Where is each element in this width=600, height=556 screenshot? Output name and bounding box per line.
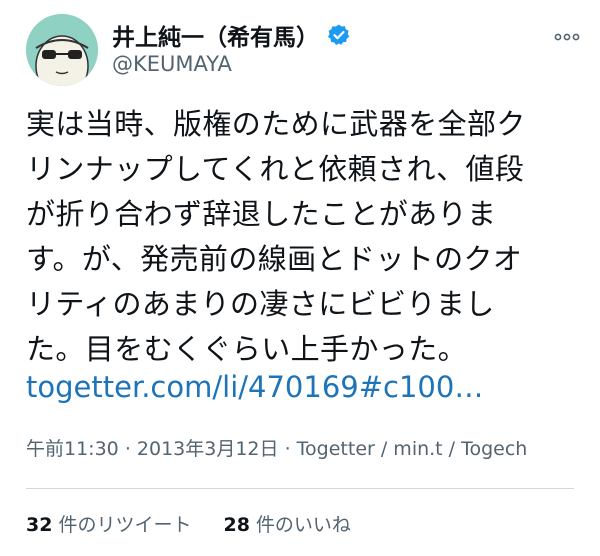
tweet-stats: 32 件のリツイート 28 件のいいね [26,510,351,537]
retweets-count: 32 [26,514,53,536]
tweet-text: 実は当時、版権のために武器を全部ク リンナップしてくれと依頼され、値段 が折り合… [26,102,586,372]
meta-separator: · [284,438,297,460]
avatar[interactable] [26,14,98,86]
likes-count: 28 [223,514,250,536]
tweet-meta: 午前11:30 · 2013年3月12日 · Togetter / min.t … [26,434,527,461]
tweet-date[interactable]: 2013年3月12日 [137,438,279,460]
likes-stat[interactable]: 28 件のいいね [223,510,350,537]
tweet-text-line: 実は当時、版権のために武器を全部ク [26,107,526,141]
tweet-source[interactable]: Togetter / min.t / Togech [297,438,528,460]
tweet-text-line: リティのあまりの凄さにビビりまし [26,287,495,321]
tweet-text-line: が折り合わず辞退したことがありま [26,197,497,231]
meta-separator: · [124,438,137,460]
author-name-row: 井上純一（希有馬） [112,18,351,52]
likes-label: 件のいいね [255,514,351,536]
author-handle[interactable]: @KEUMAYA [112,52,232,76]
tweet-time[interactable]: 午前11:30 [26,438,119,460]
avatar-face-icon [26,14,98,86]
retweets-label: 件のリツイート [58,514,192,536]
tweet-link[interactable]: togetter.com/li/470169#c100… [26,370,483,404]
more-options-icon[interactable] [554,22,580,47]
retweets-stat[interactable]: 32 件のリツイート [26,510,191,537]
author-display-name[interactable]: 井上純一（希有馬） [112,18,319,52]
tweet-text-line: た。目をむくぐらい上手かった。 [26,332,468,366]
divider [26,488,574,489]
tweet-text-line: リンナップしてくれと依頼され、値段 [26,152,525,186]
verified-badge-icon [327,23,351,47]
tweet-text-line: す。が、発売前の線画とドットのクオ [26,242,523,276]
